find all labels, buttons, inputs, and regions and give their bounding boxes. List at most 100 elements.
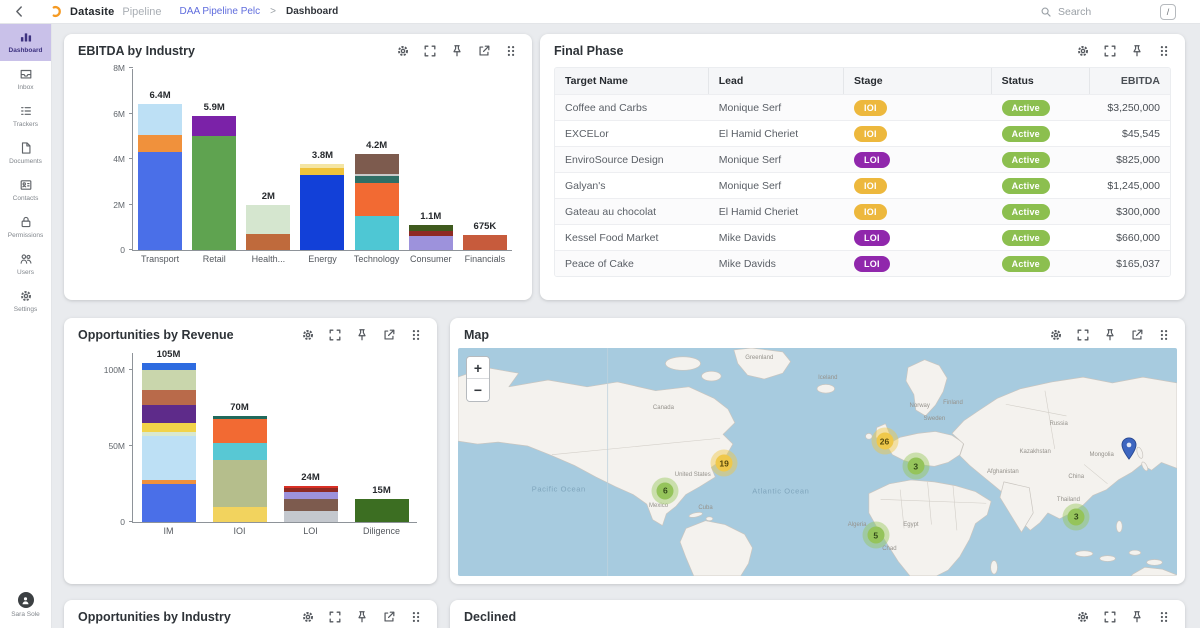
- card-opportunities-by-industry: Opportunities by Industry: [64, 600, 437, 628]
- bar-segment: [246, 205, 290, 235]
- cell-target-name: Coffee and Carbs: [555, 97, 709, 118]
- map-zoom-in-button[interactable]: +: [467, 357, 489, 379]
- stacked-bar[interactable]: [142, 363, 196, 522]
- cell-lead: Monique Serf: [709, 97, 844, 118]
- table-row[interactable]: EXCELorEl Hamid CherietIOIActive$45,545: [555, 120, 1170, 146]
- stacked-bar[interactable]: [192, 116, 236, 250]
- y-axis-tick: [129, 369, 133, 370]
- gear-icon[interactable]: [1076, 44, 1090, 58]
- stacked-bar[interactable]: [355, 154, 399, 250]
- bar-segment: [213, 419, 267, 443]
- pin-icon[interactable]: [1103, 328, 1117, 342]
- map-cluster-marker[interactable]: 19: [711, 450, 738, 477]
- map-cluster-marker[interactable]: 3: [902, 453, 929, 480]
- pin-icon[interactable]: [450, 44, 464, 58]
- table-row[interactable]: Gateau au chocolatEl Hamid CherietIOIAct…: [555, 198, 1170, 224]
- export-icon[interactable]: [477, 44, 491, 58]
- grid-icon[interactable]: [504, 44, 518, 58]
- pin-icon[interactable]: [1130, 44, 1144, 58]
- country-label-china: China: [1068, 474, 1084, 480]
- map-zoom-out-button[interactable]: −: [467, 379, 489, 401]
- country-label-iceland: Iceland: [818, 375, 837, 381]
- grid-icon[interactable]: [1157, 44, 1171, 58]
- x-axis-label: Financials: [465, 254, 506, 264]
- column-header-status[interactable]: Status: [992, 68, 1090, 94]
- gear-icon[interactable]: [396, 44, 410, 58]
- column-header-stage[interactable]: Stage: [844, 68, 992, 94]
- column-header-ebitda[interactable]: EBITDA: [1090, 68, 1170, 94]
- pin-icon[interactable]: [355, 328, 369, 342]
- sidebar-item-inbox[interactable]: Inbox: [0, 61, 51, 98]
- pin-icon[interactable]: [1130, 610, 1144, 624]
- bar-slot-energy: 3.8MEnergy: [300, 69, 344, 250]
- bar-total-label: 1.1M: [420, 211, 441, 222]
- sidebar: DashboardInboxTrackersDocumentsContactsP…: [0, 24, 52, 628]
- country-label-cuba: Cuba: [698, 505, 712, 511]
- settings-icon: [19, 289, 33, 303]
- cell-stage: LOI: [844, 147, 992, 172]
- expand-icon[interactable]: [1103, 610, 1117, 624]
- map-cluster-marker[interactable]: 26: [871, 428, 898, 455]
- stacked-bar[interactable]: [246, 205, 290, 250]
- map-pin-icon[interactable]: [1120, 438, 1138, 466]
- stacked-bar[interactable]: [138, 104, 182, 250]
- map-cluster-marker[interactable]: 3: [1063, 503, 1090, 530]
- search-input[interactable]: [1058, 6, 1154, 18]
- cluster-count: 26: [876, 433, 893, 450]
- gear-icon[interactable]: [1076, 610, 1090, 624]
- gear-icon[interactable]: [1049, 328, 1063, 342]
- table-row[interactable]: Coffee and CarbsMonique SerfIOIActive$3,…: [555, 94, 1170, 120]
- export-icon[interactable]: [382, 610, 396, 624]
- sidebar-item-documents[interactable]: Documents: [0, 135, 51, 172]
- world-map[interactable]: GreenlandIcelandCanadaNorwayFinlandSwede…: [458, 348, 1177, 576]
- expand-icon[interactable]: [1103, 44, 1117, 58]
- sidebar-item-contacts[interactable]: Contacts: [0, 172, 51, 209]
- card-final-phase: Final Phase Target NameLeadStageStatusEB…: [540, 34, 1185, 300]
- stacked-bar[interactable]: [463, 235, 507, 250]
- sidebar-item-users[interactable]: Users: [0, 246, 51, 283]
- export-icon[interactable]: [382, 328, 396, 342]
- ocean-label-pacific-ocean: Pacific Ocean: [532, 484, 586, 493]
- sidebar-item-settings[interactable]: Settings: [0, 283, 51, 320]
- back-icon[interactable]: [12, 4, 27, 19]
- sidebar-user[interactable]: Sara Sole: [0, 584, 51, 628]
- y-axis-tick-label: 0: [81, 517, 125, 527]
- sidebar-item-trackers[interactable]: Trackers: [0, 98, 51, 135]
- stacked-bar[interactable]: [355, 499, 409, 522]
- table-row[interactable]: Peace of CakeMike DavidsLOIActive$165,03…: [555, 250, 1170, 276]
- bar-segment: [142, 370, 196, 390]
- map-cluster-marker[interactable]: 6: [652, 477, 679, 504]
- y-axis-tick: [129, 158, 133, 159]
- map-cluster-marker[interactable]: 5: [862, 522, 889, 549]
- bar-segment: [138, 152, 182, 250]
- grid-icon[interactable]: [1157, 610, 1171, 624]
- brand-product: Pipeline: [122, 6, 161, 18]
- stacked-bar[interactable]: [284, 486, 338, 522]
- sidebar-item-dashboard[interactable]: Dashboard: [0, 24, 51, 61]
- breadcrumb-current: Dashboard: [286, 6, 338, 17]
- grid-icon[interactable]: [1157, 328, 1171, 342]
- expand-icon[interactable]: [423, 44, 437, 58]
- stacked-bar[interactable]: [213, 416, 267, 522]
- cluster-count: 19: [716, 455, 733, 472]
- column-header-target-name[interactable]: Target Name: [555, 68, 709, 94]
- column-header-lead[interactable]: Lead: [709, 68, 844, 94]
- gear-icon[interactable]: [301, 610, 315, 624]
- breadcrumb-project-link[interactable]: DAA Pipeline Pelc: [180, 6, 261, 17]
- search-box[interactable]: /: [1040, 4, 1188, 20]
- export-icon[interactable]: [1130, 328, 1144, 342]
- expand-icon[interactable]: [328, 328, 342, 342]
- pin-icon[interactable]: [355, 610, 369, 624]
- table-row[interactable]: Kessel Food MarketMike DavidsLOIActive$6…: [555, 224, 1170, 250]
- table-row[interactable]: Galyan'sMonique SerfIOIActive$1,245,000: [555, 172, 1170, 198]
- search-icon: [1040, 6, 1052, 18]
- stacked-bar[interactable]: [300, 164, 344, 250]
- grid-icon[interactable]: [409, 610, 423, 624]
- sidebar-item-permissions[interactable]: Permissions: [0, 209, 51, 246]
- table-row[interactable]: EnviroSource DesignMonique SerfLOIActive…: [555, 146, 1170, 172]
- stacked-bar[interactable]: [409, 225, 453, 250]
- expand-icon[interactable]: [1076, 328, 1090, 342]
- gear-icon[interactable]: [301, 328, 315, 342]
- expand-icon[interactable]: [328, 610, 342, 624]
- grid-icon[interactable]: [409, 328, 423, 342]
